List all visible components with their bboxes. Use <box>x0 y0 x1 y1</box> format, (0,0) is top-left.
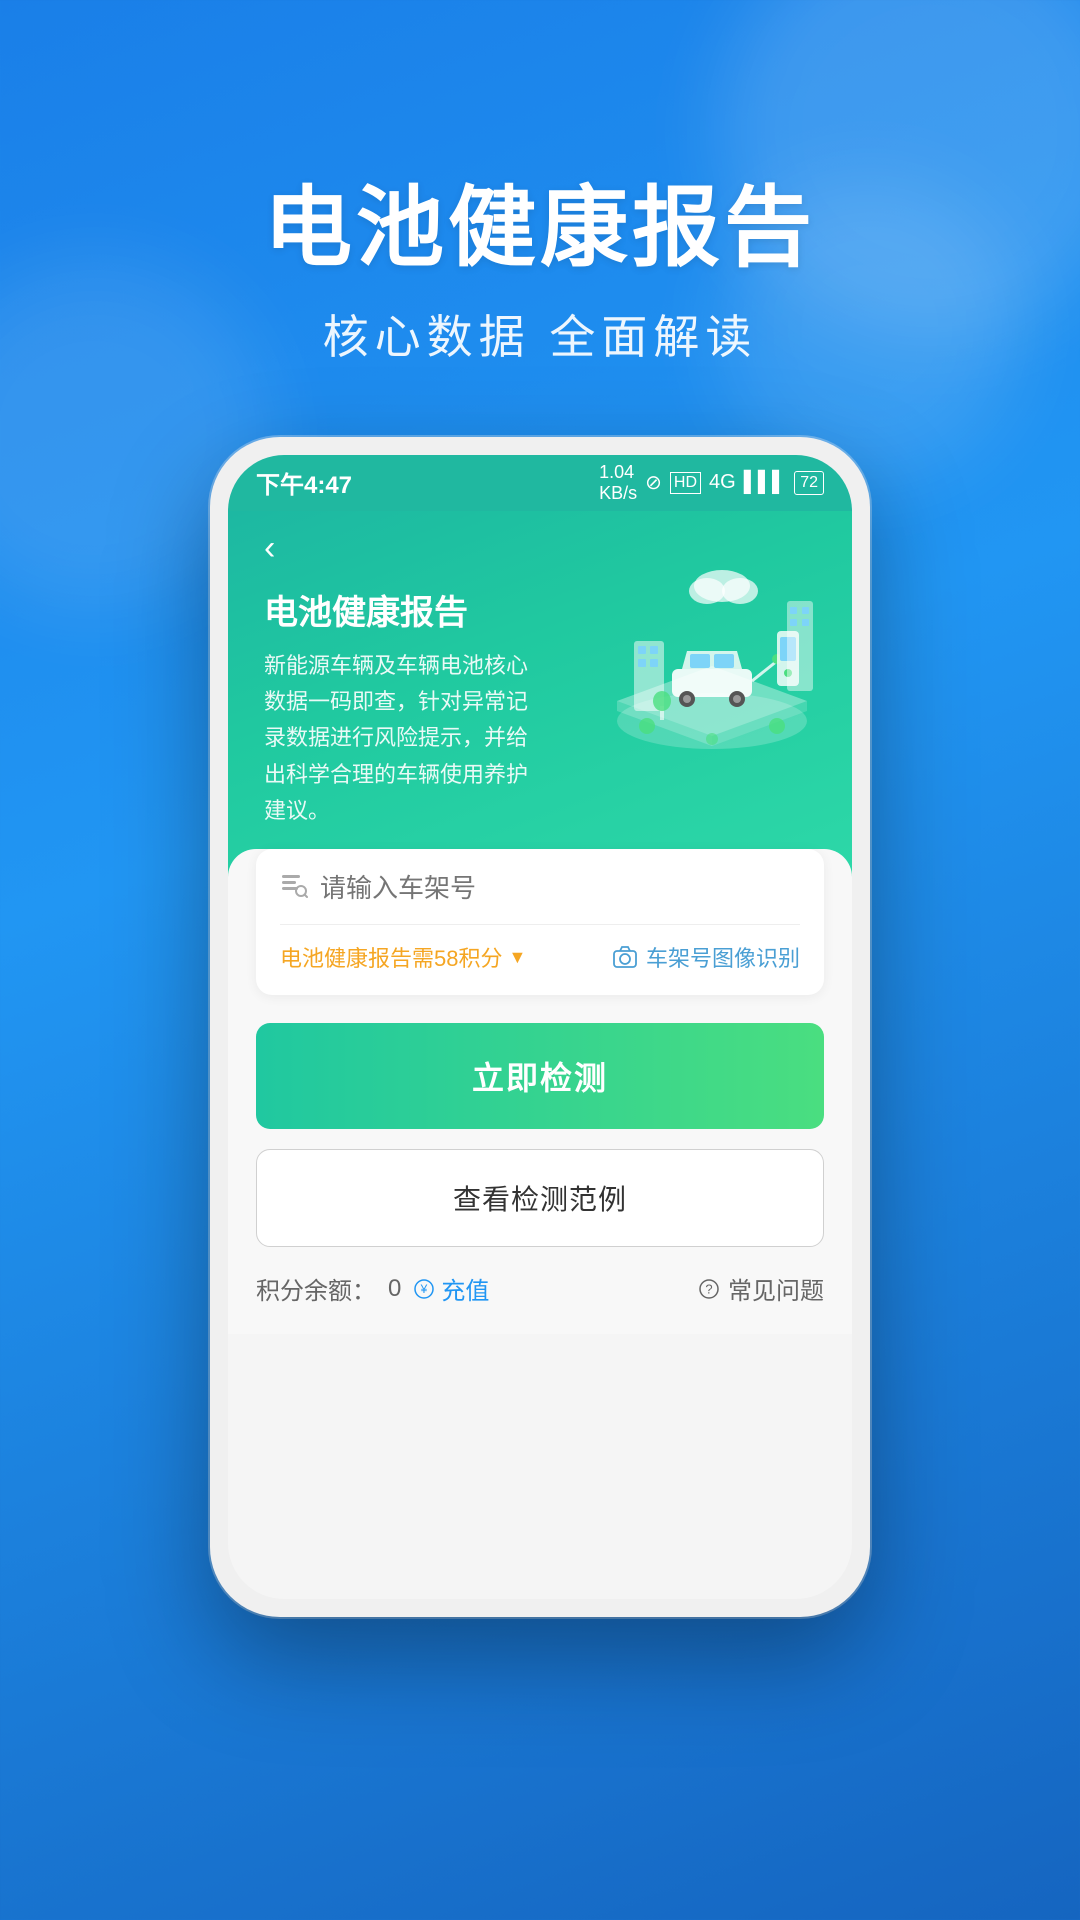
camera-icon <box>612 944 638 970</box>
phone-frame: 下午4:47 1.04KB/s ⊘ HD 4G ▌▌▌ 72 ‹ 电池健康报告 … <box>210 437 870 1617</box>
page-title: 电池健康报告 <box>0 180 1080 277</box>
search-input-row <box>280 871 800 925</box>
faq-label: 常见问题 <box>728 1271 824 1306</box>
balance-label: 积分余额： <box>256 1271 376 1306</box>
status-bar: 下午4:47 1.04KB/s ⊘ HD 4G ▌▌▌ 72 <box>228 455 852 511</box>
bottom-info: 积分余额： 0 ¥ 充值 ? <box>256 1247 824 1306</box>
signal-4g-icon: 4G <box>709 471 736 494</box>
example-button[interactable]: 查看检测范例 <box>256 1149 824 1247</box>
balance-value: 0 <box>388 1275 401 1303</box>
faq-button[interactable]: ? 常见问题 <box>698 1271 824 1306</box>
camera-label: 车架号图像识别 <box>646 941 800 973</box>
dropdown-arrow-icon: ▼ <box>508 947 526 968</box>
battery-icon: 72 <box>794 471 824 495</box>
app-header-section: ‹ 电池健康报告 新能源车辆及车辆电池核心数据一码即查，针对异常记录数据进行风险… <box>228 511 852 879</box>
status-time: 下午4:47 <box>256 465 352 500</box>
faq-icon: ? <box>698 1278 720 1300</box>
app-description: 新能源车辆及车辆电池核心数据一码即查，针对异常记录数据进行风险提示，并给出科学合… <box>264 648 544 829</box>
search-card: 电池健康报告需58积分 ▼ 车架号图像识别 <box>256 849 824 995</box>
page-header: 电池健康报告 核心数据 全面解读 <box>0 0 1080 367</box>
svg-text:¥: ¥ <box>420 1282 428 1296</box>
status-icons: 1.04KB/s ⊘ HD 4G ▌▌▌ 72 <box>599 462 824 504</box>
hd-icon: HD <box>670 472 701 494</box>
points-row: 电池健康报告需58积分 ▼ 车架号图像识别 <box>280 925 800 973</box>
page-subtitle: 核心数据 全面解读 <box>0 301 1080 367</box>
header-illustration <box>592 551 832 771</box>
points-cost-label[interactable]: 电池健康报告需58积分 ▼ <box>280 941 526 973</box>
vin-input[interactable] <box>320 873 800 904</box>
recharge-button[interactable]: ¥ 充值 <box>413 1271 489 1306</box>
data-speed: 1.04KB/s <box>599 462 637 504</box>
back-button[interactable]: ‹ <box>264 531 275 565</box>
phone-mockup: 下午4:47 1.04KB/s ⊘ HD 4G ▌▌▌ 72 ‹ 电池健康报告 … <box>0 437 1080 1617</box>
detect-button[interactable]: 立即检测 <box>256 1023 824 1129</box>
recharge-icon: ¥ <box>413 1278 435 1300</box>
camera-recognition-button[interactable]: 车架号图像识别 <box>612 941 800 973</box>
search-icon <box>280 871 308 906</box>
svg-text:?: ? <box>705 1281 712 1296</box>
signal-bars-icon: ▌▌▌ <box>744 471 787 494</box>
phone-screen: 下午4:47 1.04KB/s ⊘ HD 4G ▌▌▌ 72 ‹ 电池健康报告 … <box>228 455 852 1599</box>
wifi-icon: ⊘ <box>645 470 662 495</box>
app-content: 电池健康报告需58积分 ▼ 车架号图像识别 <box>228 849 852 1334</box>
balance-section: 积分余额： 0 ¥ 充值 <box>256 1271 489 1306</box>
